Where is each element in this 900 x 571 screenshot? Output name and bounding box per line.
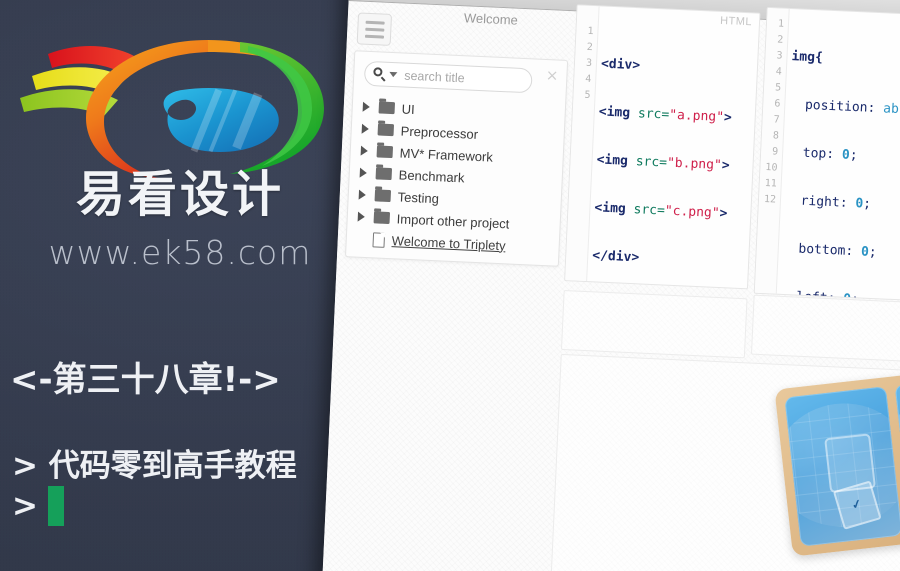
line-number: 5 xyxy=(774,82,782,94)
folder-icon xyxy=(373,211,391,225)
code-line: <img src="a.png"> xyxy=(598,104,733,126)
screenshot-root: 易看设计 www.ek58.com <-第三十八章!-> > 代码零到高手教程 … xyxy=(0,0,900,571)
line-number: 3 xyxy=(585,57,593,70)
line-number: 2 xyxy=(586,41,593,54)
code-line: bottom: 0; xyxy=(798,241,877,261)
line-number: 1 xyxy=(587,25,594,38)
disclosure-triangle-icon[interactable] xyxy=(358,189,367,200)
line-number: 5 xyxy=(584,89,591,102)
disclosure-triangle-icon[interactable] xyxy=(361,123,370,135)
prompt-line: > xyxy=(12,486,64,526)
folder-icon xyxy=(377,123,395,137)
code-line: right: 0; xyxy=(800,193,872,212)
menu-bar-2 xyxy=(364,27,384,32)
preview-panel-top-left[interactable] xyxy=(560,290,748,359)
html-panel-badge: HTML xyxy=(719,14,753,29)
tree-item-label: Import other project xyxy=(396,210,510,231)
tree-item-label: Welcome to Triplety xyxy=(391,232,506,253)
search-icon xyxy=(373,67,387,81)
tree-item-label: Preprocessor xyxy=(400,122,479,142)
text-cursor xyxy=(47,486,64,526)
menu-bar-1 xyxy=(365,20,385,25)
line-number: 2 xyxy=(776,34,784,46)
html-code-lines[interactable]: <div> <img src="a.png"> <img src="b.png"… xyxy=(590,25,758,290)
course-tagline: > 代码零到高手教程 xyxy=(12,448,297,484)
line-number: 6 xyxy=(774,98,781,110)
line-number: 3 xyxy=(776,50,783,62)
chapter-title: <-第三十八章!-> xyxy=(10,360,281,400)
code-line: <div> xyxy=(600,56,641,74)
code-line: <img src="c.png"> xyxy=(594,200,728,222)
folder-icon xyxy=(376,145,394,159)
code-line: position: abs xyxy=(804,97,900,118)
project-sidebar: search title × UI Preprocessor MV* Frame… xyxy=(344,50,569,267)
brand-name-text: 易看设计 xyxy=(75,166,284,223)
image-preview-frame[interactable]: 5 xyxy=(774,364,900,557)
search-placeholder: search title xyxy=(403,68,465,85)
code-line: </div> xyxy=(591,248,640,266)
line-number: 1 xyxy=(777,18,785,30)
menu-bar-3 xyxy=(364,34,384,39)
line-number: 9 xyxy=(771,146,779,158)
line-number: 7 xyxy=(773,114,780,126)
close-icon[interactable]: × xyxy=(545,66,558,85)
html-code-panel[interactable]: HTML 1 2 3 4 5 <div> <img src="a.png"> <… xyxy=(564,4,761,290)
disclosure-triangle-icon[interactable] xyxy=(360,145,369,156)
disclosure-triangle-icon[interactable] xyxy=(359,167,368,178)
preview-panel-top-right[interactable] xyxy=(750,294,900,366)
line-number: 12 xyxy=(763,194,777,206)
tree-item-label: Benchmark xyxy=(398,166,465,185)
document-icon xyxy=(372,231,386,248)
chevron-down-icon[interactable] xyxy=(389,71,398,78)
tree-item-label: UI xyxy=(401,100,416,117)
css-code-panel[interactable]: 1 2 3 4 5 6 7 8 9 10 11 12 img{ position… xyxy=(753,6,900,305)
prompt-symbol: > xyxy=(12,488,38,524)
file-tree: UI Preprocessor MV* Framework Benchmark xyxy=(352,96,561,259)
folder-icon xyxy=(375,167,393,181)
brand-url: www.ek58.com xyxy=(48,233,312,272)
line-number: 11 xyxy=(764,178,777,190)
tab-welcome[interactable]: Welcome xyxy=(435,4,546,35)
code-line: top: 0; xyxy=(802,145,858,164)
line-number: 10 xyxy=(765,162,778,174)
disclosure-triangle-icon[interactable] xyxy=(362,101,371,113)
search-input[interactable]: search title xyxy=(363,60,533,94)
preview-image-left xyxy=(784,386,900,547)
disclosure-triangle-icon[interactable] xyxy=(357,211,366,222)
code-line: img{ xyxy=(791,49,824,66)
menu-icon[interactable] xyxy=(356,12,393,46)
tree-item-label: MV* Framework xyxy=(399,144,494,165)
brand-name-cn: 易看设计 xyxy=(10,170,350,219)
folder-icon xyxy=(378,101,396,115)
line-number: 8 xyxy=(772,130,780,142)
folder-icon xyxy=(374,189,392,203)
application-window: Welcome HTML CSS search title × U xyxy=(320,0,900,571)
code-line: <img src="b.png"> xyxy=(596,152,730,174)
frame-border: 5 xyxy=(774,364,900,557)
tree-item-label: Testing xyxy=(397,188,440,206)
line-number: 4 xyxy=(585,73,592,86)
line-number: 4 xyxy=(775,66,783,78)
